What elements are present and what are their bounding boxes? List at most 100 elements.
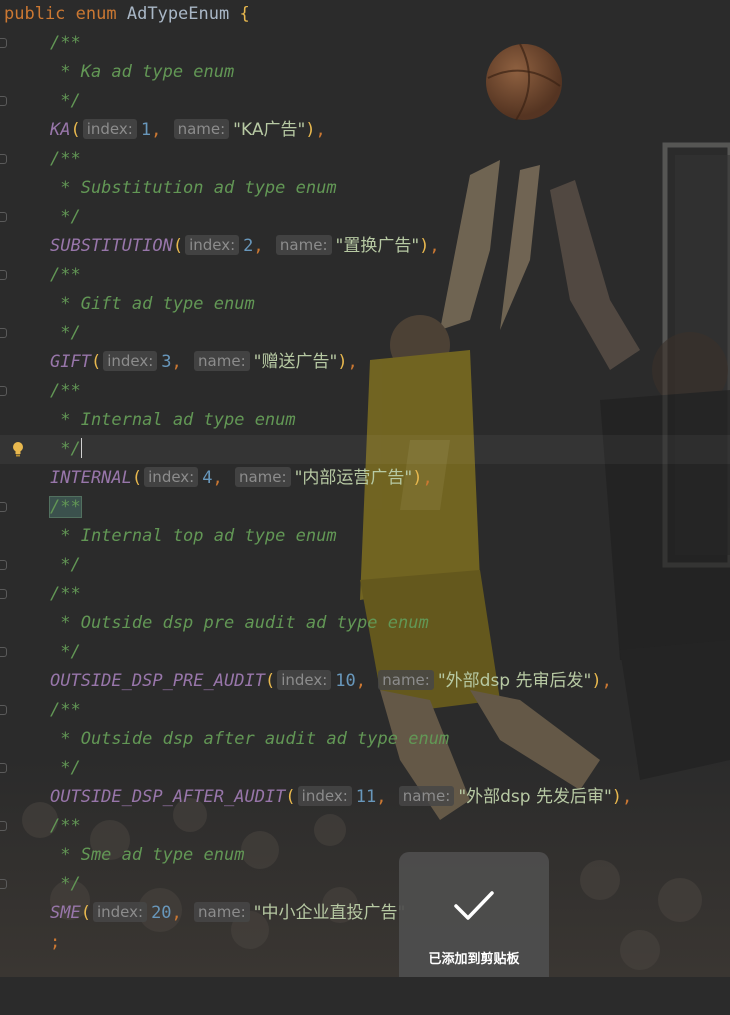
lightbulb-icon[interactable] <box>12 441 24 458</box>
index-value: 10 <box>335 671 356 691</box>
code-line[interactable]: KA(index: 1, name: "KA广告"), <box>0 116 730 145</box>
code-line[interactable]: * Outside dsp pre audit ad type enum <box>0 609 730 638</box>
keyword-public: public <box>4 4 66 24</box>
doc-comment-open: /** <box>50 584 81 604</box>
text-caret <box>80 438 82 458</box>
code-line[interactable]: * Sme ad type enum <box>0 841 730 870</box>
code-line[interactable]: public enum AdTypeEnum { <box>0 0 730 29</box>
fold-marker-icon[interactable] <box>0 386 7 396</box>
enum-class-name: AdTypeEnum <box>126 4 230 24</box>
code-line[interactable]: */ <box>0 87 730 116</box>
doc-comment-close: */ <box>50 758 81 778</box>
param-hint-index: index: <box>103 351 158 371</box>
code-line[interactable]: /** <box>0 261 730 290</box>
code-line[interactable]: /** <box>0 145 730 174</box>
doc-comment-close: */ <box>50 555 81 575</box>
code-line[interactable]: /** <box>0 812 730 841</box>
code-line[interactable]: SME(index: 20, name: "中小企业直投广告" <box>0 899 730 928</box>
doc-comment-open: /** <box>50 265 81 285</box>
code-line[interactable]: * Gift ad type enum <box>0 290 730 319</box>
fold-marker-icon[interactable] <box>0 96 7 106</box>
doc-comment-close: */ <box>50 323 81 343</box>
code-line[interactable]: */ <box>0 638 730 667</box>
clipboard-toast: 已添加到剪贴板 <box>399 852 549 977</box>
doc-comment-open: /** <box>50 381 81 401</box>
code-line[interactable]: */ <box>0 754 730 783</box>
open-brace: { <box>239 4 250 24</box>
doc-comment-open: /** <box>50 700 81 720</box>
doc-comment-close: */ <box>50 91 81 111</box>
code-line[interactable]: /** <box>0 377 730 406</box>
fold-marker-icon[interactable] <box>0 328 7 338</box>
enum-constant-ka: KA <box>50 120 71 140</box>
doc-comment-open: /** <box>50 816 81 836</box>
checkmark-icon <box>454 891 494 920</box>
name-value: "外部dsp 先发后审" <box>458 787 612 807</box>
doc-comment-open: /** <box>50 149 81 169</box>
param-hint-name: name: <box>275 235 332 255</box>
code-line[interactable]: * Ka ad type enum <box>0 58 730 87</box>
code-line[interactable]: * Internal top ad type enum <box>0 522 730 551</box>
code-editor[interactable]: public enum AdTypeEnum { /** * Ka ad typ… <box>0 0 730 977</box>
fold-marker-icon[interactable] <box>0 502 7 512</box>
fold-marker-icon[interactable] <box>0 270 7 280</box>
fold-marker-icon[interactable] <box>0 560 7 570</box>
doc-comment-open-highlighted: /** <box>49 496 82 518</box>
param-hint-index: index: <box>277 670 332 690</box>
toast-message: 已添加到剪贴板 <box>428 952 520 967</box>
fold-marker-icon[interactable] <box>0 212 7 222</box>
doc-comment-close: */ <box>50 207 81 227</box>
doc-comment-text: * Internal top ad type enum <box>50 526 337 546</box>
semicolon: ; <box>50 932 61 952</box>
fold-marker-icon[interactable] <box>0 647 7 657</box>
param-hint-name: name: <box>398 786 455 806</box>
index-value: 11 <box>355 787 377 807</box>
code-line[interactable]: GIFT(index: 3, name: "赠送广告"), <box>0 348 730 377</box>
param-hint-name: name: <box>194 902 250 922</box>
enum-constant-internal: INTERNAL <box>50 468 132 488</box>
code-line[interactable]: OUTSIDE_DSP_PRE_AUDIT(index: 10, name: "外部… <box>0 667 730 696</box>
name-value: "外部dsp 先审后发" <box>437 671 592 691</box>
fold-marker-icon[interactable] <box>0 589 7 599</box>
code-line[interactable]: SUBSTITUTION(index: 2, name: "置换广告"), <box>0 232 730 261</box>
doc-comment-close: */ <box>50 439 81 459</box>
code-line[interactable]: */ <box>0 319 730 348</box>
param-hint-name: name: <box>234 467 291 487</box>
param-hint-index: index: <box>92 902 148 922</box>
param-hint-index: index: <box>144 467 199 487</box>
index-value: 3 <box>161 352 172 372</box>
fold-marker-icon[interactable] <box>0 38 7 48</box>
enum-constant-gift: GIFT <box>50 352 91 372</box>
code-line[interactable]: * Outside dsp after audit ad type enum <box>0 725 730 754</box>
code-line[interactable]: */ <box>0 551 730 580</box>
fold-marker-icon[interactable] <box>0 879 7 889</box>
fold-marker-icon[interactable] <box>0 821 7 831</box>
enum-constant-outside-dsp-pre-audit: OUTSIDE_DSP_PRE_AUDIT <box>50 671 265 691</box>
doc-comment-text: * Internal ad type enum <box>50 410 296 430</box>
fold-marker-icon[interactable] <box>0 705 7 715</box>
code-line[interactable]: /** <box>0 580 730 609</box>
code-line[interactable]: * Substitution ad type enum <box>0 174 730 203</box>
doc-comment-text: * Substitution ad type enum <box>50 178 337 198</box>
param-hint-index: index: <box>297 786 352 806</box>
doc-comment-text: * Outside dsp pre audit ad type enum <box>50 613 429 633</box>
code-line[interactable]: /** <box>0 696 730 725</box>
index-value: 4 <box>202 468 213 488</box>
name-value: "置换广告" <box>335 236 420 256</box>
code-line[interactable]: /** <box>0 493 730 522</box>
enum-constant-outside-dsp-after-audit: OUTSIDE_DSP_AFTER_AUDIT <box>50 787 286 807</box>
code-line[interactable]: */ <box>0 203 730 232</box>
code-line[interactable]: OUTSIDE_DSP_AFTER_AUDIT(index: 11, name: "… <box>0 783 730 812</box>
current-code-line[interactable]: */ <box>0 435 730 464</box>
code-line[interactable]: * Internal ad type enum <box>0 406 730 435</box>
fold-marker-icon[interactable] <box>0 154 7 164</box>
doc-comment-text: * Gift ad type enum <box>50 294 255 314</box>
code-line[interactable]: INTERNAL(index: 4, name: "内部运营广告"), <box>0 464 730 493</box>
code-line[interactable]: /** <box>0 29 730 58</box>
name-value: "中小企业直投广告" <box>253 903 406 923</box>
code-line[interactable]: */ <box>0 870 730 899</box>
code-line[interactable]: ; <box>0 928 730 957</box>
param-hint-name: name: <box>194 351 250 371</box>
fold-marker-icon[interactable] <box>0 763 7 773</box>
doc-comment-text: * Outside dsp after audit ad type enum <box>50 729 450 749</box>
